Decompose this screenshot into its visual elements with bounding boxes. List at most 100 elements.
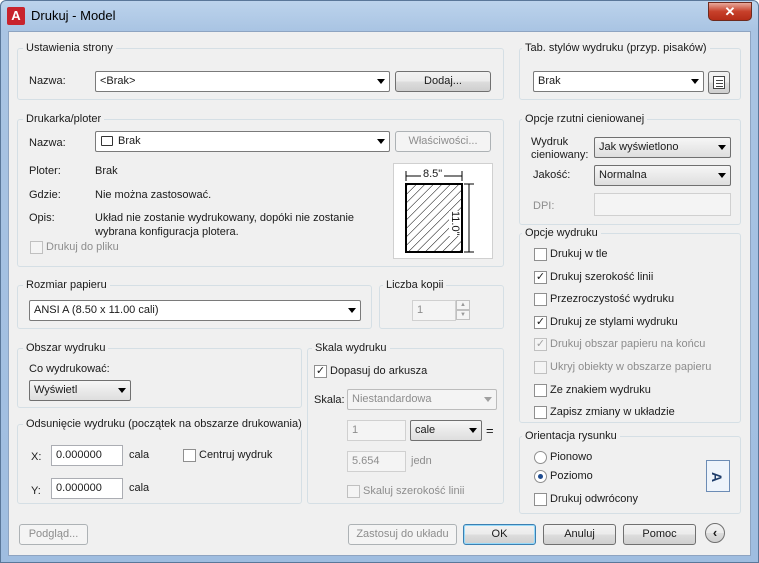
chevron-down-icon — [691, 79, 699, 84]
description-line-2: wybrana konfiguracja plotera. — [95, 226, 239, 238]
scale-value: Niestandardowa — [352, 393, 432, 405]
orientation-preview-icon: A — [706, 460, 730, 492]
chevron-down-icon — [118, 388, 126, 393]
paper-size-title: Rozmiar papieru — [23, 279, 110, 291]
chevron-down-icon — [377, 79, 385, 84]
what-to-plot-label: Co wydrukować: — [29, 363, 110, 375]
plot-option-label: Przezroczystość wydruku — [550, 293, 675, 306]
chevron-down-icon — [348, 308, 356, 313]
table-line-icon — [716, 80, 723, 81]
print-to-file-checkbox[interactable] — [30, 241, 43, 254]
offset-x-label: X: — [31, 451, 42, 463]
plot-area-title: Obszar wydruku — [23, 342, 109, 354]
what-to-plot-value: Wyświetl — [34, 384, 78, 396]
scale-unit-dropdown[interactable]: cale — [410, 420, 482, 441]
chevron-down-icon — [718, 145, 726, 150]
offset-y-unit: cala — [129, 482, 150, 494]
page-setup-name-value: <Brak> — [100, 75, 136, 87]
more-options-button[interactable]: ‹ — [705, 523, 725, 543]
plot-option-checkbox[interactable] — [534, 406, 547, 420]
portrait-radio[interactable] — [534, 451, 547, 464]
scale-dropdown[interactable]: Niestandardowa — [347, 389, 497, 410]
quality-label: Jakość: — [533, 169, 571, 181]
plot-option-checkbox[interactable] — [534, 293, 547, 307]
spin-down-icon[interactable]: ▼ — [456, 310, 470, 320]
paper-height-label: 11.0" — [449, 211, 461, 236]
print-dialog-window: A Drukuj - Model ✕ Ustawienia strony Naz… — [0, 0, 759, 563]
upside-down-label: Drukuj odwrócony — [550, 493, 639, 505]
plot-option-checkbox[interactable] — [534, 248, 547, 261]
scale-lineweights-checkbox[interactable] — [347, 485, 360, 498]
plotter-value: Brak — [95, 165, 118, 177]
orientation-title: Orientacja rysunku — [522, 430, 620, 442]
edit-table-icon — [713, 76, 725, 89]
printer-properties-button[interactable]: Właściwości... — [395, 131, 491, 152]
plot-options-title: Opcje wydruku — [522, 227, 601, 239]
chevron-down-icon — [469, 428, 477, 433]
landscape-label: Poziomo — [550, 470, 593, 482]
printer-name-label: Nazwa: — [29, 137, 66, 149]
offset-x-input[interactable]: 0.000000 — [51, 445, 123, 466]
edit-plot-style-button[interactable] — [708, 71, 730, 94]
plot-scale-title: Skala wydruku — [312, 342, 390, 354]
cancel-button[interactable]: Anuluj — [543, 524, 616, 545]
chevron-down-icon — [718, 173, 726, 178]
spin-up-icon[interactable]: ▲ — [456, 300, 470, 310]
equals-sign: = — [486, 423, 494, 438]
printer-name-dropdown[interactable]: Brak — [95, 131, 390, 152]
upside-down-checkbox[interactable] — [534, 493, 547, 506]
dialog-body: Ustawienia strony Nazwa: <Brak> Dodaj...… — [8, 31, 751, 556]
printer-icon — [101, 136, 113, 146]
plot-style-table-dropdown[interactable]: Brak — [533, 71, 704, 92]
help-button[interactable]: Pomoc — [623, 524, 696, 545]
offset-y-input[interactable]: 0.000000 — [51, 478, 123, 499]
center-plot-checkbox[interactable] — [183, 449, 196, 462]
ok-button[interactable]: OK — [463, 524, 536, 545]
plot-option-label: Drukuj w tle — [550, 248, 608, 260]
apply-to-layout-button[interactable]: Zastosuj do układu — [348, 524, 457, 545]
description-line-1: Układ nie zostanie wydrukowany, dopóki n… — [95, 212, 355, 224]
preview-button[interactable]: Podgląd... — [19, 524, 88, 545]
plot-style-table-value: Brak — [538, 75, 561, 87]
landscape-radio[interactable] — [534, 470, 547, 483]
plot-option-checkbox[interactable] — [534, 383, 547, 397]
paper-preview: 8.5" 11.0" — [393, 163, 493, 259]
close-button[interactable]: ✕ — [708, 2, 752, 21]
shade-plot-value: Jak wyświetlono — [599, 141, 679, 153]
shade-plot-dropdown[interactable]: Jak wyświetlono — [594, 137, 731, 158]
quality-value: Normalna — [599, 169, 647, 181]
print-to-file-label: Drukuj do pliku — [46, 241, 119, 253]
printer-group-title: Drukarka/ploter — [23, 113, 105, 125]
title-bar[interactable]: A Drukuj - Model ✕ — [1, 1, 758, 31]
paper-size-value: ANSI A (8.50 x 11.00 cali) — [34, 304, 159, 316]
plot-option-checkbox[interactable]: ✓ — [534, 270, 547, 284]
fit-to-paper-checkbox[interactable]: ✓ — [314, 365, 327, 378]
autocad-app-icon: A — [7, 7, 25, 25]
copies-spinner[interactable]: ▲ ▼ — [456, 300, 470, 321]
plot-option-label: Drukuj obszar papieru na końcu — [550, 338, 706, 351]
dpi-input[interactable] — [594, 193, 731, 216]
quality-dropdown[interactable]: Normalna — [594, 165, 731, 186]
where-label: Gdzie: — [29, 189, 61, 201]
paper-size-dropdown[interactable]: ANSI A (8.50 x 11.00 cali) — [29, 300, 361, 321]
plot-option-checkbox[interactable] — [534, 361, 547, 374]
printer-name-value: Brak — [118, 135, 141, 147]
center-plot-label: Centruj wydruk — [199, 449, 273, 461]
scale-value2-input[interactable]: 5.654 — [347, 451, 406, 472]
orientation-letter: A — [709, 471, 726, 483]
shade-plot-label-1: Wydruk — [531, 136, 569, 148]
plot-option-label: Drukuj szerokość linii — [550, 270, 654, 283]
what-to-plot-dropdown[interactable]: Wyświetl — [29, 380, 131, 401]
copies-title: Liczba kopii — [383, 279, 447, 291]
page-setup-name-dropdown[interactable]: <Brak> — [95, 71, 390, 92]
page-setup-name-label: Nazwa: — [29, 75, 66, 87]
add-page-setup-button[interactable]: Dodaj... — [395, 71, 491, 92]
description-label: Opis: — [29, 212, 55, 224]
copies-input[interactable]: 1 — [412, 300, 456, 321]
portrait-label: Pionowo — [550, 451, 593, 463]
plot-option-checkbox[interactable]: ✓ — [534, 315, 547, 329]
scale-value1-input[interactable]: 1 — [347, 420, 406, 441]
chevron-down-icon — [484, 397, 492, 402]
plot-option-checkbox[interactable]: ✓ — [534, 338, 547, 352]
offset-x-unit: cala — [129, 449, 150, 461]
